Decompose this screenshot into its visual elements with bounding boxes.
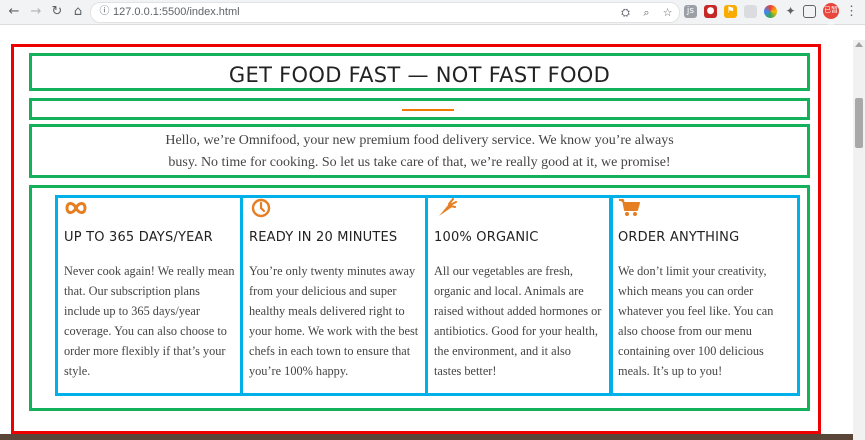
- feature-title: ORDER ANYTHING: [618, 230, 740, 245]
- extension-colorwheel-icon[interactable]: [764, 5, 777, 18]
- scroll-thumb[interactable]: [855, 98, 863, 148]
- text-line: antibiotics. Good for your health,: [434, 324, 598, 338]
- text-line: order more flexibly if that’s your: [64, 344, 226, 358]
- text-line: from your delicious and super: [249, 284, 397, 298]
- scroll-up-arrow-icon[interactable]: [855, 42, 863, 47]
- feature-text: All our vegetables are fresh, organic an…: [434, 261, 610, 381]
- feature-box: UP TO 365 DAYS/YEAR Never cook again! We…: [55, 195, 243, 396]
- heading-container: GET FOOD FAST — NOT FAST FOOD: [29, 53, 810, 91]
- text-line: the environment, and it also: [434, 344, 571, 358]
- text-line: that. Our subscription plans: [64, 284, 200, 298]
- browser-menu-icon[interactable]: ⋮: [845, 3, 858, 19]
- bookmarks-bar: [0, 25, 865, 40]
- forward-button[interactable]: →: [28, 4, 44, 20]
- carrot-icon: [439, 198, 457, 216]
- text-line: meals. It’s up to you!: [618, 364, 723, 378]
- section-heading: GET FOOD FAST — NOT FAST FOOD: [228, 63, 611, 87]
- sidebar-icon[interactable]: [803, 5, 816, 18]
- avatar[interactable]: 已暂停: [823, 3, 839, 30]
- hero-image-strip: [0, 434, 853, 440]
- home-button[interactable]: ⌂: [70, 4, 86, 20]
- text-line: chefs in each town to ensure that: [249, 344, 411, 358]
- url-text[interactable]: 127.0.0.1:5500/index.html: [113, 6, 240, 18]
- text-line: whatever you feel like. You can: [618, 304, 774, 318]
- text-line: also choose from our menu: [618, 324, 752, 338]
- text-line: your home. We work with the best: [249, 324, 419, 338]
- browser-toolbar: ← → ↻ ⌂ ⓘ 127.0.0.1:5500/index.html ⛭ ⌕ …: [0, 0, 865, 30]
- site-info-icon[interactable]: ⓘ: [98, 5, 111, 18]
- text-line: healthy meals delivered right to: [249, 304, 405, 318]
- feature-box: ORDER ANYTHING We don’t limit your creat…: [609, 195, 800, 396]
- text-line: containing over 100 delicious: [618, 344, 764, 358]
- address-bar[interactable]: ⓘ 127.0.0.1:5500/index.html ⛭ ⌕ ☆: [90, 2, 680, 23]
- text-line: organic and local. Animals are: [434, 284, 584, 298]
- feature-title: READY IN 20 MINUTES: [249, 230, 398, 245]
- feature-box: READY IN 20 MINUTES You’re only twenty m…: [240, 195, 428, 396]
- intro-line: busy. No time for cooking. So let us tak…: [168, 155, 671, 170]
- text-line: include up to 365 days/year: [64, 304, 200, 318]
- orange-divider: [402, 109, 454, 111]
- feature-box: 100% ORGANIC All our vegetables are fres…: [425, 195, 613, 396]
- feature-text: Never cook again! We really mean that. O…: [64, 261, 240, 381]
- bookmark-star-icon[interactable]: ☆: [661, 6, 674, 19]
- feature-title: UP TO 365 DAYS/YEAR: [64, 230, 213, 245]
- intro-line: Hello, we’re Omnifood, your new premium …: [165, 133, 674, 148]
- extension-red-icon[interactable]: ●: [704, 5, 717, 18]
- feature-text: We don’t limit your creativity, which me…: [618, 261, 794, 381]
- feature-title: 100% ORGANIC: [434, 230, 539, 245]
- text-line: tastes better!: [434, 364, 497, 378]
- extension-box-icon[interactable]: [744, 5, 757, 18]
- puzzle-icon[interactable]: ✦: [784, 5, 797, 18]
- divider-container: [29, 98, 810, 120]
- text-line: Never cook again! We really mean: [64, 264, 235, 278]
- text-line: We don’t limit your creativity,: [618, 264, 767, 278]
- vertical-scrollbar[interactable]: [853, 40, 865, 440]
- feature-text: You’re only twenty minutes away from you…: [249, 261, 425, 381]
- text-line: you’re 100% happy.: [249, 364, 349, 378]
- translate-icon[interactable]: ⛭: [619, 6, 632, 19]
- intro-paragraph: Hello, we’re Omnifood, your new premium …: [32, 130, 807, 174]
- text-line: coverage. You can also choose to: [64, 324, 227, 338]
- back-button[interactable]: ←: [6, 4, 22, 20]
- intro-container: Hello, we’re Omnifood, your new premium …: [29, 124, 810, 178]
- text-line: You’re only twenty minutes away: [249, 264, 416, 278]
- extension-flag-icon[interactable]: ⚑: [724, 5, 737, 18]
- text-line: All our vegetables are fresh,: [434, 264, 573, 278]
- text-line: raised without added hormones or: [434, 304, 602, 318]
- text-line: style.: [64, 364, 91, 378]
- zoom-icon[interactable]: ⌕: [640, 6, 653, 19]
- reload-button[interactable]: ↻: [49, 4, 65, 20]
- infinity-icon: [65, 202, 87, 214]
- clock-icon: [251, 198, 271, 218]
- text-line: which means you can order: [618, 284, 754, 298]
- cart-icon: [619, 199, 640, 216]
- extension-js-icon[interactable]: js: [684, 5, 697, 18]
